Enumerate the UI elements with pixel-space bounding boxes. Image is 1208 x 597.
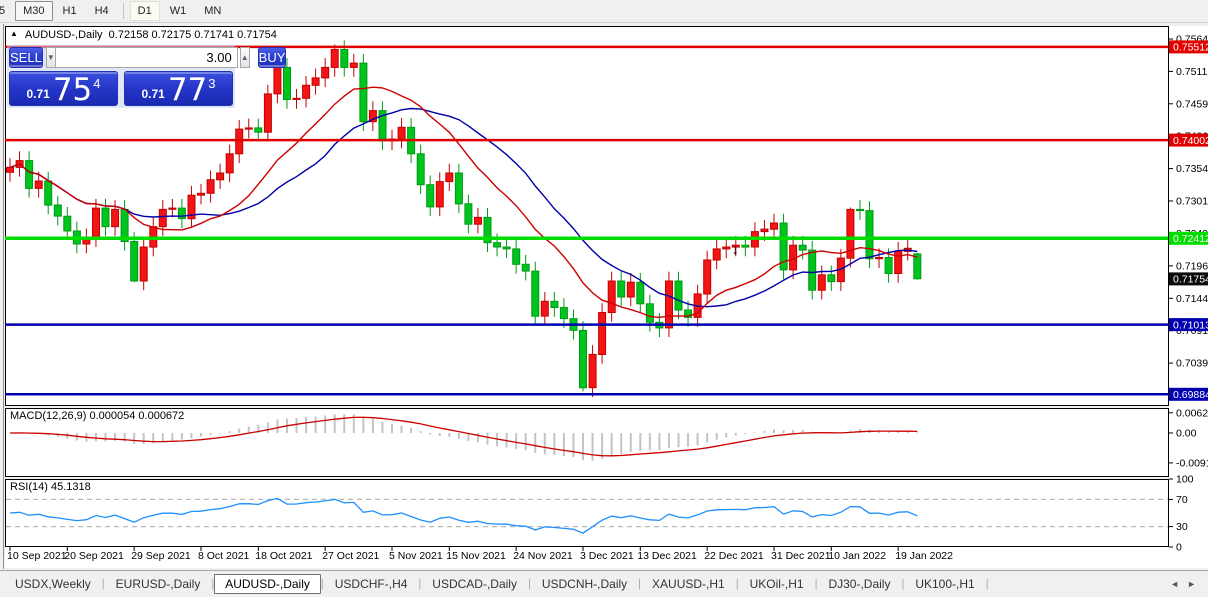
- svg-text:0.73015: 0.73015: [1176, 196, 1208, 208]
- chart-tab-audusd-daily[interactable]: AUDUSD-,Daily: [214, 574, 321, 594]
- date-label: 3 Dec 2021: [580, 550, 634, 562]
- arrow-down-icon[interactable]: ↓: [732, 241, 739, 257]
- chart-collapse-icon[interactable]: ▲: [10, 29, 18, 38]
- svg-text:30: 30: [1176, 521, 1188, 533]
- date-label: 10 Sep 2021: [7, 550, 67, 562]
- period-button-H1[interactable]: H1: [55, 1, 85, 21]
- chart-tab-dj30-daily[interactable]: DJ30-,Daily: [817, 574, 901, 594]
- chart-tab-xauusd-h1[interactable]: XAUUSD-,H1: [641, 574, 736, 594]
- date-label: 13 Dec 2021: [637, 550, 697, 562]
- mt4-window: 5M30H1H4D1W1MN ↓0.756400.751150.745900.7…: [0, 0, 1208, 597]
- period-button-H4[interactable]: H4: [87, 1, 117, 21]
- rsi-panel[interactable]: [6, 480, 1169, 547]
- svg-text:0.75512: 0.75512: [1173, 42, 1208, 54]
- svg-text:0.71440: 0.71440: [1176, 293, 1208, 305]
- svg-text:0.71754: 0.71754: [1173, 274, 1208, 286]
- tab-scroll-arrows-icon[interactable]: ◄►: [1170, 579, 1204, 589]
- sell-price-button[interactable]: 0.71 75 4: [9, 71, 118, 106]
- period-button-MN[interactable]: MN: [196, 1, 229, 21]
- chart-tab-uk100-h1[interactable]: UK100-,H1: [904, 574, 985, 594]
- chart-tab-usdcad-daily[interactable]: USDCAD-,Daily: [421, 574, 528, 594]
- svg-text:0.74590: 0.74590: [1176, 98, 1208, 110]
- sell-price-prefix: 0.71: [26, 87, 49, 101]
- sell-price-point: 4: [93, 76, 100, 91]
- chart-symbol-label: AUDUSD-,Daily: [25, 29, 103, 41]
- date-label: 5 Nov 2021: [389, 550, 443, 562]
- date-label: 27 Oct 2021: [322, 550, 379, 562]
- buy-price-button[interactable]: 0.71 77 3: [124, 71, 233, 106]
- chart-tab-ukoil-h1[interactable]: UKOil-,H1: [739, 574, 815, 594]
- date-label: 10 Jan 2022: [828, 550, 886, 562]
- period-button-5[interactable]: 5: [0, 1, 13, 21]
- price-tag-0.69884: 0.69884: [1169, 388, 1208, 401]
- date-label: 24 Nov 2021: [513, 550, 573, 562]
- buy-price-point: 3: [208, 76, 215, 91]
- svg-text:0: 0: [1176, 542, 1182, 554]
- price-tag-0.74002: 0.74002: [1169, 134, 1208, 147]
- period-button-M30[interactable]: M30: [15, 1, 52, 21]
- svg-text:-0.00919: -0.00919: [1176, 457, 1208, 469]
- svg-text:0.00: 0.00: [1176, 428, 1197, 440]
- date-label: 22 Dec 2021: [704, 550, 764, 562]
- chart-ohlc-values: 0.72158 0.72175 0.71741 0.71754: [109, 29, 277, 41]
- price-tag-0.75512: 0.75512: [1169, 40, 1208, 53]
- rsi-indicator-label: RSI(14) 45.1318: [10, 481, 91, 493]
- buy-price-prefix: 0.71: [141, 87, 164, 101]
- sell-button[interactable]: SELL: [9, 47, 43, 68]
- chart-tab-usdcnh-daily[interactable]: USDCNH-,Daily: [531, 574, 638, 594]
- period-button-D1[interactable]: D1: [130, 1, 160, 21]
- date-label: 18 Oct 2021: [255, 550, 312, 562]
- date-label: 8 Oct 2021: [198, 550, 250, 562]
- chart-tab-usdchf-h4[interactable]: USDCHF-,H4: [324, 574, 419, 594]
- period-toolbar: 5M30H1H4 D1W1MN: [0, 0, 1208, 23]
- chart-tab-bar: USDX,Weekly|EURUSD-,Daily|AUDUSD-,Daily|…: [0, 570, 1208, 597]
- one-click-trade-panel: SELL ▼ ▲ BUY 0.71 75 4 0.71 77 3: [7, 45, 235, 108]
- chart-tab-usdx-weekly[interactable]: USDX,Weekly: [4, 574, 102, 594]
- volume-input[interactable]: [55, 47, 238, 68]
- svg-text:70: 70: [1176, 494, 1188, 506]
- buy-price-pips: 77: [168, 76, 207, 105]
- date-label: 19 Jan 2022: [895, 550, 953, 562]
- date-label: 20 Sep 2021: [64, 550, 124, 562]
- svg-text:0.75115: 0.75115: [1176, 66, 1208, 78]
- svg-text:0.73540: 0.73540: [1176, 163, 1208, 175]
- sell-price-pips: 75: [53, 76, 92, 105]
- svg-text:0.006201: 0.006201: [1176, 407, 1208, 419]
- svg-text:0.71965: 0.71965: [1176, 260, 1208, 272]
- macd-indicator-label: MACD(12,26,9) 0.000054 0.000672: [10, 410, 184, 422]
- volume-increase-button[interactable]: ▲: [240, 47, 250, 68]
- svg-text:0.71013: 0.71013: [1173, 319, 1208, 331]
- buy-button[interactable]: BUY: [258, 47, 287, 68]
- svg-text:100: 100: [1176, 474, 1194, 486]
- chart-tab-eurusd-daily[interactable]: EURUSD-,Daily: [105, 574, 212, 594]
- svg-text:0.72412: 0.72412: [1173, 233, 1208, 245]
- toolbar-separator: [123, 3, 124, 19]
- svg-text:0.69884: 0.69884: [1173, 389, 1208, 401]
- svg-text:0.70390: 0.70390: [1176, 358, 1208, 370]
- date-label: 15 Nov 2021: [446, 550, 506, 562]
- period-button-W1[interactable]: W1: [162, 1, 195, 21]
- svg-text:0.74002: 0.74002: [1173, 135, 1208, 147]
- tab-separator: |: [986, 578, 989, 590]
- price-tag-0.71013: 0.71013: [1169, 318, 1208, 331]
- date-label: 29 Sep 2021: [131, 550, 191, 562]
- price-tag-0.72412: 0.72412: [1169, 232, 1208, 245]
- date-label: 31 Dec 2021: [771, 550, 831, 562]
- price-tag-0.71754: 0.71754: [1169, 272, 1208, 285]
- chart-title: ▲ AUDUSD-,Daily 0.72158 0.72175 0.71741 0…: [10, 29, 277, 41]
